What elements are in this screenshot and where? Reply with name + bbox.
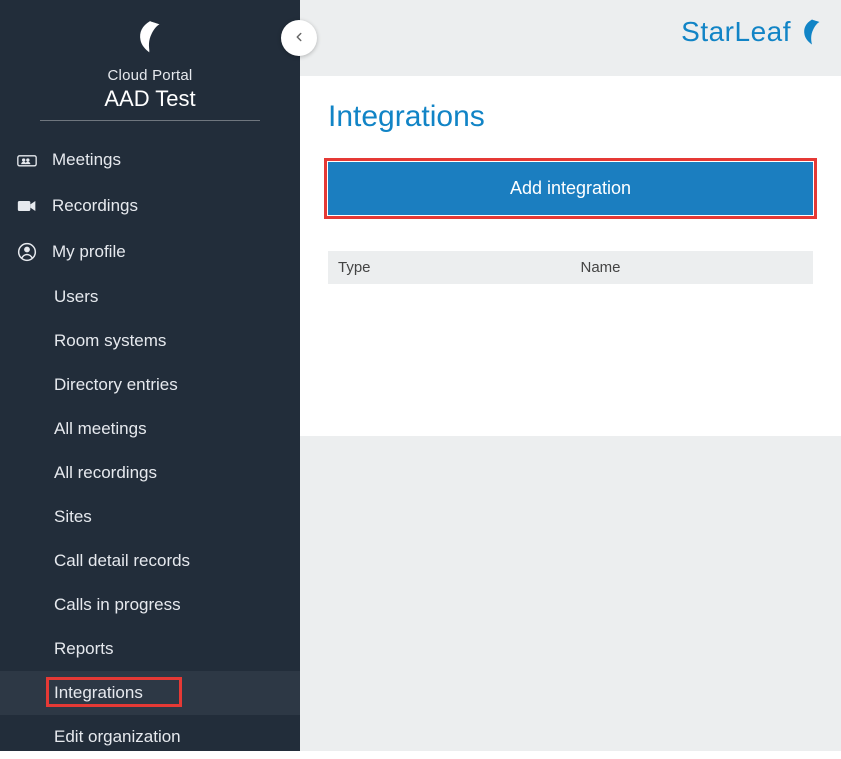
sidebar-item-label: Edit organization — [54, 727, 300, 747]
leaf-logo-icon — [131, 18, 169, 61]
brand-leaf-icon — [797, 17, 827, 47]
portal-label: Cloud Portal — [0, 67, 300, 84]
sidebar-item-cdr[interactable]: Call detail records — [0, 539, 300, 583]
col-type[interactable]: Type — [328, 251, 571, 284]
org-name: AAD Test — [40, 84, 260, 121]
add-integration-button[interactable]: Add integration — [328, 162, 813, 215]
sidebar-item-cip[interactable]: Calls in progress — [0, 583, 300, 627]
sidebar-item-label: All recordings — [54, 463, 300, 483]
sidebar-item-all-meetings[interactable]: All meetings — [0, 407, 300, 451]
sidebar-item-label: Sites — [54, 507, 300, 527]
sidebar-item-my-profile[interactable]: My profile — [0, 229, 300, 275]
sidebar-item-directory[interactable]: Directory entries — [0, 363, 300, 407]
sidebar-item-all-recordings[interactable]: All recordings — [0, 451, 300, 495]
sidebar-item-edit-org[interactable]: Edit organization — [0, 715, 300, 759]
sidebar-item-users[interactable]: Users — [0, 275, 300, 319]
sidebar-item-label: Reports — [54, 639, 300, 659]
people-icon — [16, 149, 38, 171]
sidebar-item-label: Room systems — [54, 331, 300, 351]
sidebar-item-label: Calls in progress — [54, 595, 300, 615]
sidebar-item-integrations[interactable]: Integrations — [0, 671, 300, 715]
sidebar-item-label: Integrations — [54, 683, 300, 703]
integrations-table: Type Name — [328, 251, 813, 284]
sidebar-item-label: My profile — [52, 242, 300, 262]
topbar: StarLeaf — [300, 0, 841, 64]
sidebar: Cloud Portal AAD Test Meetings Recordings… — [0, 0, 300, 751]
camera-icon — [16, 195, 38, 217]
sidebar-item-label: Call detail records — [54, 551, 300, 571]
brand: StarLeaf — [681, 16, 827, 48]
page-title: Integrations — [328, 100, 813, 134]
sidebar-item-meetings[interactable]: Meetings — [0, 137, 300, 183]
add-integration-wrap: Add integration — [328, 162, 813, 215]
main-area: StarLeaf Integrations Add integration Ty… — [300, 0, 841, 751]
brand-text: StarLeaf — [681, 16, 791, 48]
sidebar-header: Cloud Portal AAD Test — [0, 0, 300, 121]
sidebar-item-sites[interactable]: Sites — [0, 495, 300, 539]
content-card: Integrations Add integration Type Name — [300, 76, 841, 436]
app-root: Cloud Portal AAD Test Meetings Recordings… — [0, 0, 841, 751]
sidebar-nav: Meetings Recordings My profile Users Room sy… — [0, 137, 300, 759]
sidebar-item-label: Meetings — [52, 150, 300, 170]
table-header-row: Type Name — [328, 251, 813, 284]
sidebar-item-label: Recordings — [52, 196, 300, 216]
chevron-left-icon — [292, 28, 306, 49]
collapse-sidebar-button[interactable] — [281, 20, 317, 56]
sidebar-item-label: Directory entries — [54, 375, 300, 395]
sidebar-item-room-systems[interactable]: Room systems — [0, 319, 300, 363]
sidebar-item-recordings[interactable]: Recordings — [0, 183, 300, 229]
sidebar-item-label: Users — [54, 287, 300, 307]
user-icon — [16, 241, 38, 263]
sidebar-item-label: All meetings — [54, 419, 300, 439]
col-name[interactable]: Name — [571, 251, 814, 284]
sidebar-item-reports[interactable]: Reports — [0, 627, 300, 671]
